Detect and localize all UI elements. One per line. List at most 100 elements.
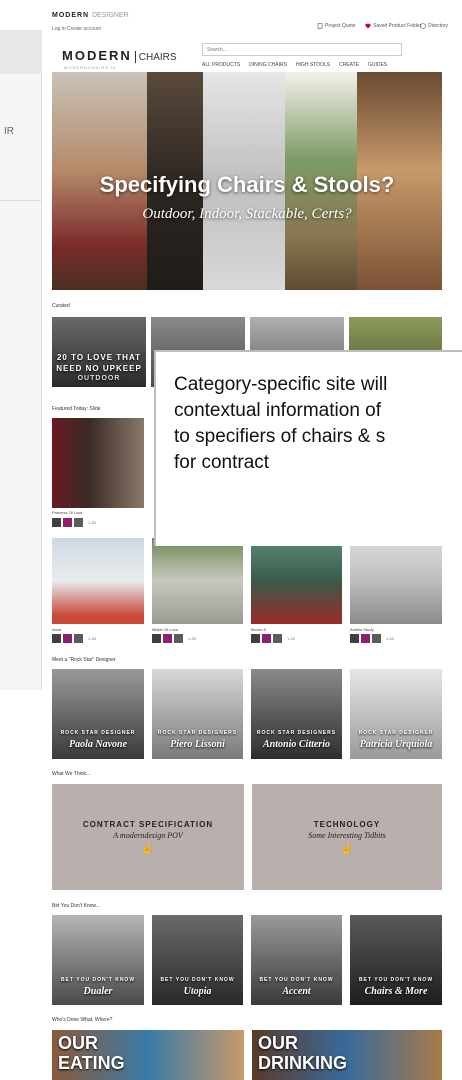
think-card-contract[interactable]: CONTRACT SPECIFICATION A moderndesign PO… bbox=[52, 784, 244, 890]
saved-products-link[interactable]: Saved Product Folder bbox=[365, 23, 421, 29]
hero-banner[interactable]: Specifying Chairs & Stools? Outdoor, Ind… bbox=[52, 72, 442, 290]
swatch-count: 1-30 bbox=[88, 636, 97, 641]
who-eating-l2: EATING bbox=[58, 1053, 125, 1073]
section-bet-label: Bet You Don't Know... bbox=[52, 903, 100, 909]
mini-logo[interactable]: MODERN DESIGNER bbox=[52, 12, 129, 19]
product-name-3[interactable]: Bloom 8 bbox=[251, 627, 266, 632]
think-card-technology[interactable]: TECHNOLOGY Some Interesting Tidbits ☝ bbox=[252, 784, 442, 890]
nav-high-stools[interactable]: HIGH STOOLS bbox=[296, 62, 330, 68]
swatch-magenta[interactable] bbox=[262, 634, 271, 643]
bet-tile-4[interactable]: BET YOU DON'T KNOW Chairs & More bbox=[350, 915, 442, 1005]
product-name-1[interactable]: Anna bbox=[52, 627, 61, 632]
login-links[interactable]: Log in Create account bbox=[52, 26, 101, 32]
section-think-label: What We Think... bbox=[52, 771, 91, 777]
directory-link[interactable]: Directory bbox=[420, 23, 448, 29]
callout-text: Category-specific site will contextual i… bbox=[174, 374, 388, 473]
search-input[interactable] bbox=[202, 43, 402, 56]
swatch-dark[interactable] bbox=[350, 634, 359, 643]
heart-icon bbox=[365, 23, 371, 29]
pointer-hand-icon: ☝ bbox=[340, 843, 354, 855]
bet-tile-2[interactable]: BET YOU DON'T KNOW Utopia bbox=[152, 915, 243, 1005]
swatch-dark[interactable] bbox=[52, 634, 61, 643]
globe-icon bbox=[420, 23, 426, 29]
featured-product-name[interactable]: Princess Of Love bbox=[52, 510, 82, 515]
product-swatches-4: 1-30 bbox=[350, 634, 394, 643]
swatch-gray[interactable] bbox=[74, 518, 83, 527]
clipboard-icon bbox=[317, 23, 323, 29]
who-tile-eating[interactable]: OUR EATING bbox=[52, 1030, 244, 1080]
designer-name-1: Paola Navone bbox=[68, 739, 128, 750]
nav-dining-chairs[interactable]: DINING CHAIRS bbox=[249, 62, 287, 68]
designer-tag-3: ROCK STAR DESIGNERS bbox=[256, 730, 337, 736]
bet-tag-3: BET YOU DON'T KNOW bbox=[259, 977, 334, 983]
designer-tag-1: ROCK STAR DESIGNER bbox=[60, 730, 136, 736]
featured-swatches: 1-30 bbox=[52, 518, 96, 527]
swatch-gray[interactable] bbox=[74, 634, 83, 643]
think-card-title-1: CONTRACT SPECIFICATION bbox=[82, 819, 214, 829]
swatch-magenta[interactable] bbox=[63, 634, 72, 643]
logo-subtitle: MODERNCHAIRS.IE bbox=[64, 65, 117, 70]
designer-name-2: Piero Lissoni bbox=[170, 739, 225, 750]
who-drinking-l2: DRINKING bbox=[258, 1053, 347, 1073]
designer-tile-2[interactable]: ROCK STAR DESIGNERS Piero Lissoni bbox=[152, 669, 243, 759]
bet-name-1: Dualer bbox=[83, 986, 113, 997]
nav-all-products[interactable]: ALL PRODUCTS bbox=[202, 62, 240, 68]
curated-caption-2: NEED NO UPKEEP bbox=[56, 364, 142, 373]
nav-guides[interactable]: GUIDES bbox=[368, 62, 387, 68]
who-tile-drinking[interactable]: OUR DRINKING bbox=[252, 1030, 442, 1080]
bet-tile-3[interactable]: BET YOU DON'T KNOW Accent bbox=[251, 915, 342, 1005]
hero-title: Specifying Chairs & Stools? bbox=[99, 172, 395, 197]
nav-create[interactable]: CREATE bbox=[339, 62, 359, 68]
designer-name-4: Patricia Urquiola bbox=[359, 739, 433, 750]
swatch-dark[interactable] bbox=[251, 634, 260, 643]
bet-tag-2: BET YOU DON'T KNOW bbox=[160, 977, 235, 983]
section-featured-label: Featured Today: Slide bbox=[52, 406, 101, 412]
curated-tile-1[interactable]: 20 TO LOVE THAT NEED NO UPKEEP OUTDOOR bbox=[52, 317, 146, 387]
product-swatches-1: 1-30 bbox=[52, 634, 96, 643]
bet-name-3: Accent bbox=[282, 986, 311, 997]
designer-tile-4[interactable]: ROCK STAR DESIGNER Patricia Urquiola bbox=[350, 669, 442, 759]
product-image-4[interactable] bbox=[350, 538, 442, 624]
bet-tag-4: BET YOU DON'T KNOW bbox=[358, 977, 434, 983]
designer-tag-2: ROCK STAR DESIGNERS bbox=[157, 730, 238, 736]
swatch-count: 1-30 bbox=[88, 520, 97, 525]
product-name-2[interactable]: Mister Of Love bbox=[152, 627, 178, 632]
product-image-2[interactable] bbox=[152, 538, 243, 624]
swatch-magenta[interactable] bbox=[361, 634, 370, 643]
pointer-hand-icon: ☝ bbox=[141, 843, 155, 855]
product-image-3[interactable] bbox=[251, 538, 342, 624]
project-quote-link[interactable]: Project Quote bbox=[317, 23, 356, 29]
designer-tag-4: ROCK STAR DESIGNER bbox=[358, 730, 434, 736]
annotation-callout: Category-specific site will contextual i… bbox=[154, 350, 462, 546]
think-card-title-2: TECHNOLOGY bbox=[313, 819, 381, 829]
swatch-gray[interactable] bbox=[372, 634, 381, 643]
featured-product-image[interactable] bbox=[52, 418, 144, 508]
swatch-magenta[interactable] bbox=[63, 518, 72, 527]
product-name-4[interactable]: Amelia Study bbox=[350, 627, 374, 632]
swatch-count: 1-30 bbox=[287, 636, 296, 641]
section-curated-label: Curated bbox=[52, 303, 70, 309]
think-card-subtitle-2: Some Interesting Tidbits bbox=[308, 830, 386, 840]
bet-name-4: Chairs & More bbox=[364, 986, 428, 997]
designer-tile-3[interactable]: ROCK STAR DESIGNERS Antonio Citterio bbox=[251, 669, 342, 759]
swatch-gray[interactable] bbox=[174, 634, 183, 643]
product-image-1[interactable] bbox=[52, 538, 144, 624]
hero-subtitle: Outdoor, Indoor, Stackable, Certs? bbox=[142, 206, 352, 222]
swatch-dark[interactable] bbox=[52, 518, 61, 527]
bet-tile-1[interactable]: BET YOU DON'T KNOW Dualer bbox=[52, 915, 144, 1005]
think-card-subtitle-1: A moderndesign POV bbox=[113, 830, 183, 840]
product-swatches-3: 1-30 bbox=[251, 634, 295, 643]
swatch-dark[interactable] bbox=[152, 634, 161, 643]
swatch-magenta[interactable] bbox=[163, 634, 172, 643]
site-logo[interactable]: MODERN CHAIRS bbox=[62, 48, 177, 63]
section-rockstar-label: Meet a "Rock Star" Designer bbox=[52, 657, 116, 663]
sliver-text: IR bbox=[4, 126, 14, 137]
who-drinking-l1: OUR bbox=[258, 1033, 298, 1053]
designer-name-3: Antonio Citterio bbox=[263, 739, 330, 750]
designer-tile-1[interactable]: ROCK STAR DESIGNER Paola Navone bbox=[52, 669, 144, 759]
section-who-label: Who's Done What, Where? bbox=[52, 1017, 113, 1023]
previous-page-sliver: IR bbox=[0, 30, 42, 690]
swatch-gray[interactable] bbox=[273, 634, 282, 643]
top-utility-bar: MODERN DESIGNER Log in Create account Pr… bbox=[52, 8, 448, 36]
sliver-header bbox=[0, 30, 42, 74]
